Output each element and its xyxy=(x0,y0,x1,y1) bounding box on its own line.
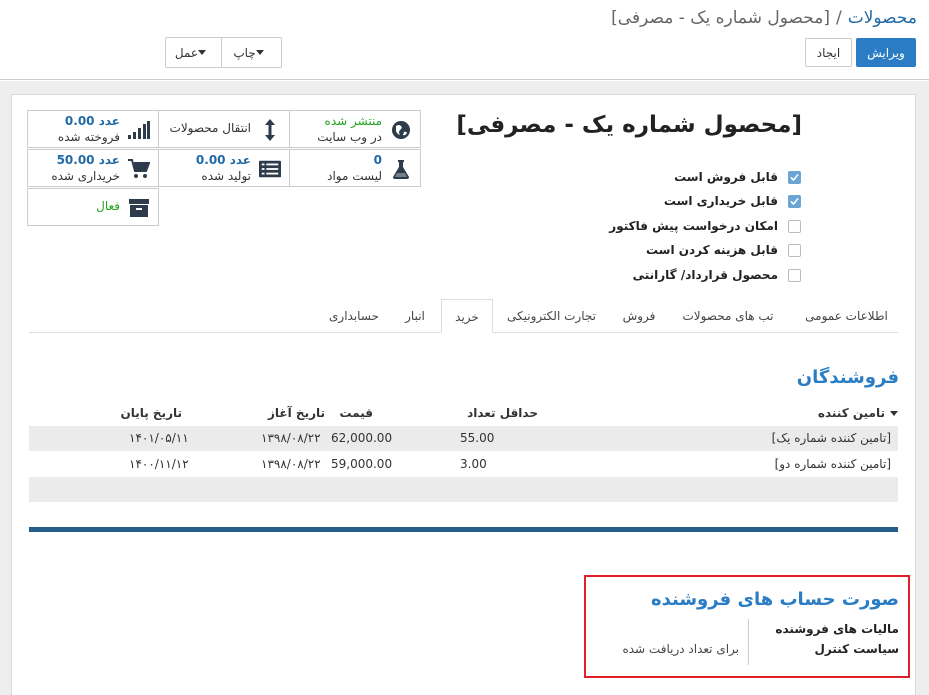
bom-stat-button[interactable]: 0 لیست مواد xyxy=(289,149,421,187)
min-qty-cell: 3.00 xyxy=(460,457,487,471)
start-date-cell: ۱۳۹۸/۰۸/۲۲ xyxy=(261,457,321,471)
chevron-down-icon xyxy=(198,50,207,55)
checkbox-expensable[interactable]: قابل هزینه کردن است xyxy=(646,241,801,259)
produced-label: تولید شده xyxy=(201,169,251,183)
checkbox-label: قابل فروش است xyxy=(674,170,778,184)
sold-value: 0.00 عدد xyxy=(64,114,120,128)
table-empty-row xyxy=(29,477,898,502)
tab-accounting[interactable]: حسابداری xyxy=(319,299,389,333)
end-date-cell: ۱۴۰۱/۰۵/۱۱ xyxy=(129,431,189,445)
table-row[interactable]: [تامین کننده شماره یک] 55.00 62,000.00 ۱… xyxy=(29,426,898,451)
sort-caret-icon xyxy=(890,411,898,416)
tab-ecommerce[interactable]: تجارت الکترونیکی xyxy=(495,299,608,333)
checkbox-label: امکان درخواست پیش فاکتور xyxy=(609,219,778,233)
vendor-taxes-label: مالیات های فروشنده xyxy=(775,622,899,636)
tab-inventory[interactable]: انبار xyxy=(391,299,439,333)
column-header-price[interactable]: قیمت xyxy=(339,406,373,420)
purchased-stat-button[interactable]: 50.00 عدد خریداری شده xyxy=(27,149,159,187)
print-dropdown[interactable]: چاپ xyxy=(222,38,281,67)
checkbox-quotation[interactable]: امکان درخواست پیش فاکتور xyxy=(609,217,801,235)
tab-sales[interactable]: فروش xyxy=(611,299,667,333)
control-panel: محصولات/[محصول شماره یک - مصرفی] ویرایش … xyxy=(0,0,929,80)
notebook-tabs: اطلاعات عمومی تب های محصولات فروش تجارت … xyxy=(29,299,898,333)
start-date-cell: ۱۳۹۸/۰۸/۲۲ xyxy=(261,431,321,445)
produced-stat-button[interactable]: 0.00 عدد تولید شده xyxy=(158,149,290,187)
bar-chart-icon xyxy=(128,119,150,141)
archive-icon xyxy=(128,197,150,219)
checkbox-sale-ok[interactable]: قابل فروش است xyxy=(674,168,801,186)
edit-button[interactable]: ویرایش xyxy=(856,38,916,67)
control-policy-label: سیاست کنترل xyxy=(814,642,899,656)
checkbox-contract[interactable]: محصول قرارداد/ گارانتی xyxy=(633,266,801,284)
section-separator xyxy=(29,527,898,532)
checkbox-label: قابل خریداری است xyxy=(663,194,778,208)
column-header-start-date[interactable]: تاریخ آغاز xyxy=(268,406,325,420)
column-header-end-date[interactable]: تاریخ پایان xyxy=(120,406,182,420)
published-stat-button[interactable]: منتشر شده در وب سایت xyxy=(289,110,421,148)
active-toggle-button[interactable]: فعال xyxy=(27,188,159,226)
list-icon xyxy=(259,158,281,180)
purchased-value: 50.00 عدد xyxy=(56,153,120,167)
sold-stat-button[interactable]: 0.00 عدد فروخته شده xyxy=(27,110,159,148)
min-qty-cell: 55.00 xyxy=(460,431,495,445)
checkbox-label: محصول قرارداد/ گارانتی xyxy=(632,268,778,282)
active-label: فعال xyxy=(96,199,120,213)
globe-icon xyxy=(390,119,412,141)
vendor-cell: [تامین کننده شماره دو] xyxy=(774,457,891,471)
checkbox-unchecked-icon[interactable] xyxy=(788,243,801,257)
column-header-min-qty[interactable]: حداقل تعداد xyxy=(467,406,538,420)
checkbox-checked-icon[interactable] xyxy=(788,170,801,184)
table-row[interactable]: [تامین کننده شماره دو] 3.00 59,000.00 ۱۳… xyxy=(29,452,898,477)
product-moves-label: انتقال محصولات xyxy=(169,121,251,135)
vendor-cell: [تامین کننده شماره یک] xyxy=(771,431,891,445)
field-divider xyxy=(748,619,749,665)
tab-variants[interactable]: تب های محصولات xyxy=(669,299,787,333)
tab-general-info[interactable]: اطلاعات عمومی xyxy=(795,299,898,333)
vendors-heading: فروشندگان xyxy=(796,367,899,388)
toolbar-dropdown-group: چاپ عمل xyxy=(165,37,282,68)
price-cell: 62,000.00 xyxy=(331,431,393,445)
published-label: در وب سایت xyxy=(317,130,382,144)
shopping-cart-icon xyxy=(128,158,150,180)
control-policy-value[interactable]: برای تعداد دریافت شده xyxy=(622,642,739,656)
chevron-down-icon xyxy=(255,50,264,55)
published-status: منتشر شده xyxy=(324,114,382,128)
print-label: چاپ xyxy=(233,45,256,60)
purchased-label: خریداری شده xyxy=(51,169,120,183)
breadcrumb: محصولات /[محصول شماره یک - مصرفی] xyxy=(611,8,917,28)
product-moves-button[interactable]: انتقال محصولات xyxy=(158,110,290,148)
flask-icon xyxy=(390,158,412,180)
vendor-bills-heading: صورت حساب های فروشنده xyxy=(650,589,899,610)
checkbox-label: قابل هزینه کردن است xyxy=(645,243,778,257)
tab-purchase[interactable]: خرید xyxy=(441,299,493,333)
checkbox-unchecked-icon[interactable] xyxy=(788,219,801,233)
column-header-vendor[interactable]: تامین کننده xyxy=(818,406,898,420)
checkbox-purchase-ok[interactable]: قابل خریداری است xyxy=(664,192,801,210)
bom-value: 0 xyxy=(373,153,382,167)
checkbox-checked-icon[interactable] xyxy=(788,194,801,208)
produced-value: 0.00 عدد xyxy=(195,153,251,167)
breadcrumb-current: [محصول شماره یک - مصرفی] xyxy=(611,8,830,28)
breadcrumb-parent-link[interactable]: محصولات xyxy=(848,8,917,28)
vertical-arrows-icon xyxy=(259,119,281,141)
sold-label: فروخته شده xyxy=(57,130,120,144)
column-header-vendor-label: تامین کننده xyxy=(817,406,885,420)
end-date-cell: ۱۴۰۰/۱۱/۱۲ xyxy=(129,457,189,471)
product-title: [محصول شماره یک - مصرفی] xyxy=(456,112,802,138)
action-dropdown[interactable]: عمل xyxy=(166,38,222,67)
breadcrumb-separator: / xyxy=(835,8,842,28)
bom-label: لیست مواد xyxy=(327,169,382,183)
checkbox-unchecked-icon[interactable] xyxy=(788,268,801,282)
price-cell: 59,000.00 xyxy=(331,457,393,471)
action-label: عمل xyxy=(174,45,199,60)
create-button[interactable]: ایجاد xyxy=(805,38,852,67)
